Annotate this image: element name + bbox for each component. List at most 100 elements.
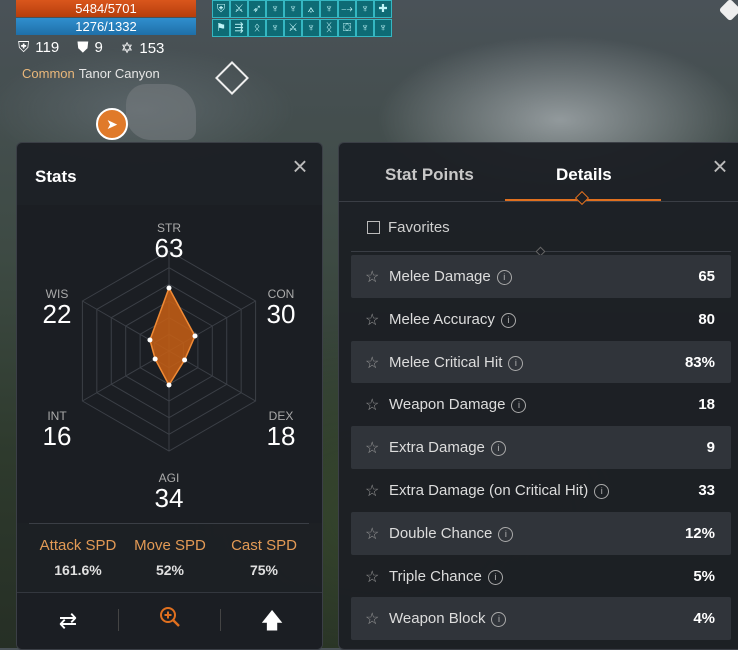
figure-buff-icon[interactable]: ♆ — [374, 19, 392, 37]
favorites-toggle[interactable]: Favorites — [367, 219, 450, 236]
boot-buff-icon[interactable]: ⚑ — [212, 19, 230, 37]
rune-buff-icon[interactable]: ᛟ — [248, 19, 266, 37]
detail-value: 18 — [698, 396, 715, 414]
radar-stat-polygon — [149, 286, 196, 387]
waypoint-icon[interactable] — [215, 61, 249, 95]
hp-bar: 5484/5701 — [16, 0, 196, 17]
info-icon[interactable]: i — [487, 569, 503, 585]
favorite-star-icon[interactable]: ☆ — [365, 438, 379, 458]
detail-row: ☆ Weapon Block i 4% — [351, 597, 731, 641]
info-icon[interactable]: i — [508, 355, 524, 371]
stats-bottom-bar: ⇄ 🡅 — [17, 592, 322, 649]
info-icon[interactable]: i — [511, 398, 527, 414]
close-icon[interactable]: × — [709, 153, 731, 179]
favorite-star-icon[interactable]: ☆ — [365, 524, 379, 544]
favorite-star-icon[interactable]: ☆ — [365, 267, 379, 287]
info-icon[interactable]: i — [490, 441, 506, 457]
sword-buff-icon[interactable]: ⚔ — [230, 0, 248, 18]
chest-buff-icon[interactable]: ⛋ — [338, 19, 356, 37]
figure-buff-icon[interactable]: ♆ — [356, 0, 374, 18]
detail-label: Extra Damage i — [389, 439, 506, 457]
detail-label: Melee Damage i — [389, 268, 512, 285]
favorite-star-icon[interactable]: ☆ — [365, 353, 379, 373]
glyph-buff-icon[interactable]: ᛝ — [320, 19, 338, 37]
detail-row: ☆ Triple Chance i 5% — [351, 555, 731, 598]
detail-label: Melee Critical Hit i — [389, 354, 524, 371]
figure-buff-icon[interactable]: ♆ — [320, 0, 338, 18]
speed-buff-icon[interactable]: ⇶ — [230, 19, 248, 37]
figure-buff-icon[interactable]: ♆ — [284, 0, 302, 18]
divider — [29, 523, 309, 524]
detail-value: 33 — [698, 481, 715, 499]
magnifier-plus-icon — [160, 607, 180, 627]
detail-label: Triple Chance i — [389, 568, 503, 585]
figure-buff-icon[interactable]: ♆ — [302, 19, 320, 37]
player-marker-icon: ➤ — [96, 108, 128, 140]
cross-buff-icon[interactable]: ✚ — [374, 0, 392, 18]
detail-label: Melee Accuracy i — [389, 311, 516, 328]
zone-rarity: Common — [22, 66, 75, 81]
figure-buff-icon[interactable]: ♆ — [266, 0, 284, 18]
detail-label: Extra Damage (on Critical Hit) i — [389, 482, 610, 499]
detail-row: ☆ Double Chance i 12% — [351, 511, 731, 555]
info-icon[interactable]: i — [491, 612, 507, 628]
figure-buff-icon[interactable]: ♆ — [356, 19, 374, 37]
favorite-star-icon[interactable]: ☆ — [365, 609, 379, 629]
info-icon[interactable]: i — [498, 526, 514, 542]
detail-row: ☆ Melee Damage i 65 — [351, 255, 731, 298]
detail-row: ☆ Melee Accuracy i 80 — [351, 298, 731, 341]
stat-details-list: ☆ Melee Damage i 65 ☆ Melee Accuracy i 80 ☆ Melee… — [351, 255, 731, 641]
info-icon[interactable]: i — [500, 312, 516, 328]
detail-value: 65 — [698, 268, 715, 285]
panel-title: Stats — [35, 167, 77, 186]
favorite-star-icon[interactable]: ☆ — [365, 395, 379, 415]
favorites-checkbox[interactable] — [367, 221, 380, 234]
details-panel: Stat Points Details × Favorites ☆ Melee D… — [338, 142, 738, 650]
stat-int: INT 16 — [42, 409, 72, 451]
radar-point-dex — [182, 357, 188, 363]
wings-buff-icon[interactable]: ⟑ — [302, 0, 320, 18]
sword-buff-icon[interactable]: ⚔ — [284, 19, 302, 37]
tab-stat-points[interactable]: Stat Points — [385, 165, 474, 185]
buff-icons: ⛨ ⚔ ➶ ♆ ♆ ⟑ ♆ ⤍ ♆ ✚ ⚑ ⇶ ᛟ ♆ ⚔ ♆ ᛝ ⛋ ♆ ♆ — [212, 0, 392, 37]
favorite-star-icon[interactable]: ☆ — [365, 481, 379, 501]
detail-row: ☆ Weapon Damage i 18 — [351, 383, 731, 426]
minimap[interactable] — [126, 84, 196, 140]
star-of-david-icon: ✡ — [120, 40, 134, 57]
move-speed: Move SPD 52% — [134, 537, 206, 578]
badge-icon: ⛊ — [77, 39, 89, 56]
stats-panel: Stats × STR 63 CON 30 DEX 18 AGI 34 INT … — [16, 142, 323, 650]
level-stat: ✡ 153 — [120, 40, 165, 57]
shield-icon: ⛨ — [18, 39, 30, 56]
upgrade-button[interactable]: 🡅 — [254, 605, 290, 637]
info-icon[interactable]: i — [496, 270, 512, 285]
radar-point-str — [166, 285, 172, 291]
detail-value: 83% — [684, 353, 715, 371]
favorite-star-icon[interactable]: ☆ — [365, 567, 379, 587]
stat-wis: WIS 22 — [42, 287, 72, 329]
close-icon[interactable]: × — [289, 153, 311, 179]
zoom-in-button[interactable] — [152, 605, 188, 637]
dash-buff-icon[interactable]: ⤍ — [338, 0, 356, 18]
gem-icon[interactable] — [718, 0, 738, 22]
favorite-star-icon[interactable]: ☆ — [365, 310, 379, 330]
detail-row: ☆ Melee Critical Hit i 83% — [351, 340, 731, 384]
zone-name: Tanor Canyon — [78, 66, 160, 81]
detail-row: ☆ Extra Damage i 9 — [351, 426, 731, 469]
info-icon[interactable]: i — [594, 483, 610, 499]
defense-stat: ⛨ 119 — [18, 39, 60, 56]
tab-details[interactable]: Details — [556, 165, 612, 185]
shield-buff-icon[interactable]: ⛨ — [212, 0, 230, 18]
arrow-buff-icon[interactable]: ➶ — [248, 0, 266, 18]
tab-rule — [339, 201, 738, 202]
attack-speed: Attack SPD 161.6% — [39, 537, 117, 578]
detail-value: 9 — [706, 439, 715, 457]
active-tab-caret — [574, 190, 590, 206]
stat-agi: AGI 34 — [154, 471, 184, 513]
detail-label: Weapon Damage i — [389, 396, 527, 414]
stat-str: STR 63 — [154, 221, 184, 263]
figure-buff-icon[interactable]: ♆ — [266, 19, 284, 37]
detail-value: 5% — [693, 567, 715, 585]
swap-button[interactable]: ⇄ — [50, 605, 86, 637]
cast-speed: Cast SPD 75% — [231, 537, 297, 578]
